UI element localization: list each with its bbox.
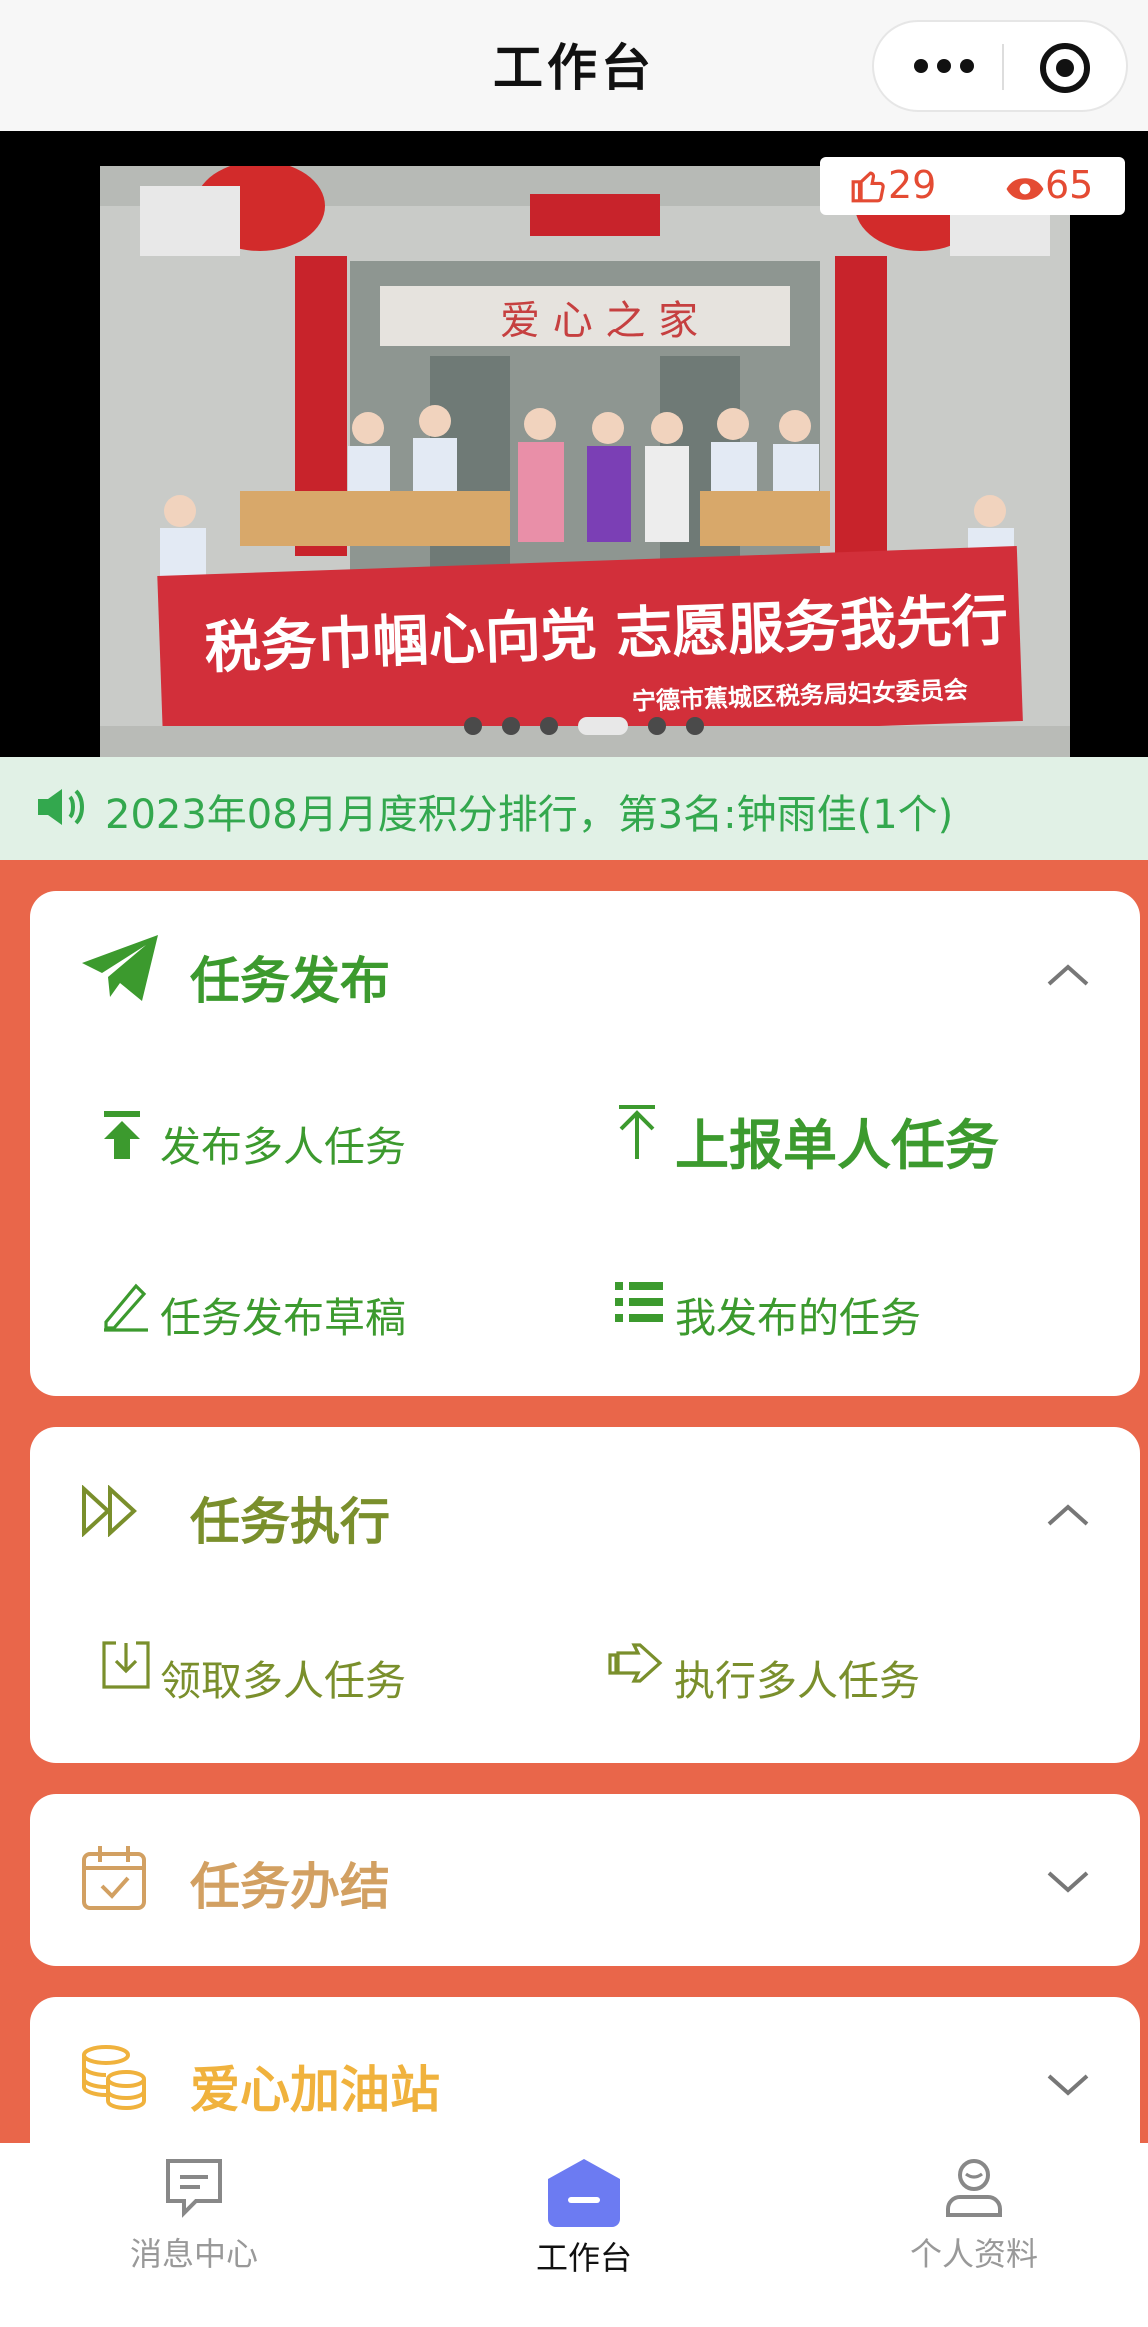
thumbs-up-icon [851, 171, 885, 203]
calendar-check-icon [82, 1846, 146, 1910]
notice-text: 2023年08月月度积分排行，第3名:钟雨佳(1个) [105, 792, 954, 838]
user-icon [946, 2159, 1002, 2217]
view-count: 65 [1005, 163, 1093, 207]
upload-arrow-icon [104, 1111, 140, 1159]
message-icon [166, 2159, 222, 2218]
workbench-icon [548, 2159, 620, 2227]
list-icon [615, 1282, 663, 1322]
like-count[interactable]: 29 [850, 163, 936, 207]
pencil-icon [104, 1283, 148, 1332]
capsule-divider [1002, 44, 1004, 90]
speaker-icon [38, 789, 84, 825]
banner-carousel[interactable]: 爱 心 之 家 税务巾帼心向党 志愿服务我先行 宁德市蕉城区税务局妇女委员会 2… [0, 131, 1148, 757]
tab-workbench[interactable]: 工作台 [484, 2157, 684, 2279]
section-title: 任务发布 [190, 952, 390, 1010]
section-task-complete[interactable]: 任务办结 [30, 1794, 1140, 1966]
chevron-up-icon[interactable] [1046, 1503, 1090, 1527]
section-title: 任务办结 [190, 1858, 390, 1916]
paper-plane-icon [82, 935, 158, 1001]
chevron-down-icon[interactable] [1046, 1870, 1090, 1894]
section-title: 爱心加油站 [190, 2061, 440, 2119]
mini-program-capsule [872, 20, 1128, 112]
carousel-indicators [464, 715, 724, 737]
slide-dot[interactable] [540, 716, 558, 735]
slide-dot[interactable] [502, 716, 520, 735]
svg-text:爱 心 之 家: 爱 心 之 家 [500, 298, 698, 344]
coins-icon [82, 2045, 146, 2111]
slide-dot[interactable] [464, 716, 482, 735]
tab-message-center[interactable]: 消息中心 [94, 2157, 294, 2275]
close-target-icon[interactable] [1037, 40, 1093, 96]
bottom-tab-bar: 消息中心 工作台 个人资料 [0, 2143, 1148, 2327]
banner-photo: 爱 心 之 家 税务巾帼心向党 志愿服务我先行 宁德市蕉城区税务局妇女委员会 [100, 166, 1070, 757]
chevron-down-icon[interactable] [1046, 2073, 1090, 2097]
stats-badge: 29 65 [820, 157, 1125, 215]
chevron-up-icon[interactable] [1046, 963, 1090, 987]
section-task-execute: 任务执行 领取多人任务 执行多人任务 [30, 1427, 1140, 1763]
more-menu-icon[interactable] [914, 58, 984, 78]
eye-icon [1006, 178, 1044, 200]
upload-line-icon [619, 1105, 655, 1159]
slide-dot[interactable] [648, 716, 666, 735]
notice-bar[interactable]: 2023年08月月度积分排行，第3名:钟雨佳(1个) [0, 757, 1148, 860]
slide-dot-active[interactable] [578, 716, 628, 735]
download-box-icon [102, 1641, 150, 1689]
tab-profile[interactable]: 个人资料 [874, 2157, 1074, 2275]
hand-point-right-icon [608, 1643, 663, 1683]
slide-dot[interactable] [686, 716, 704, 735]
section-title: 任务执行 [190, 1493, 390, 1551]
fast-forward-icon [82, 1485, 137, 1537]
navigation-bar: 工作台 [0, 0, 1148, 131]
section-task-publish: 任务发布 发布多人任务 上报单人任务 任务发布草稿 我发布的任务 [30, 891, 1140, 1396]
